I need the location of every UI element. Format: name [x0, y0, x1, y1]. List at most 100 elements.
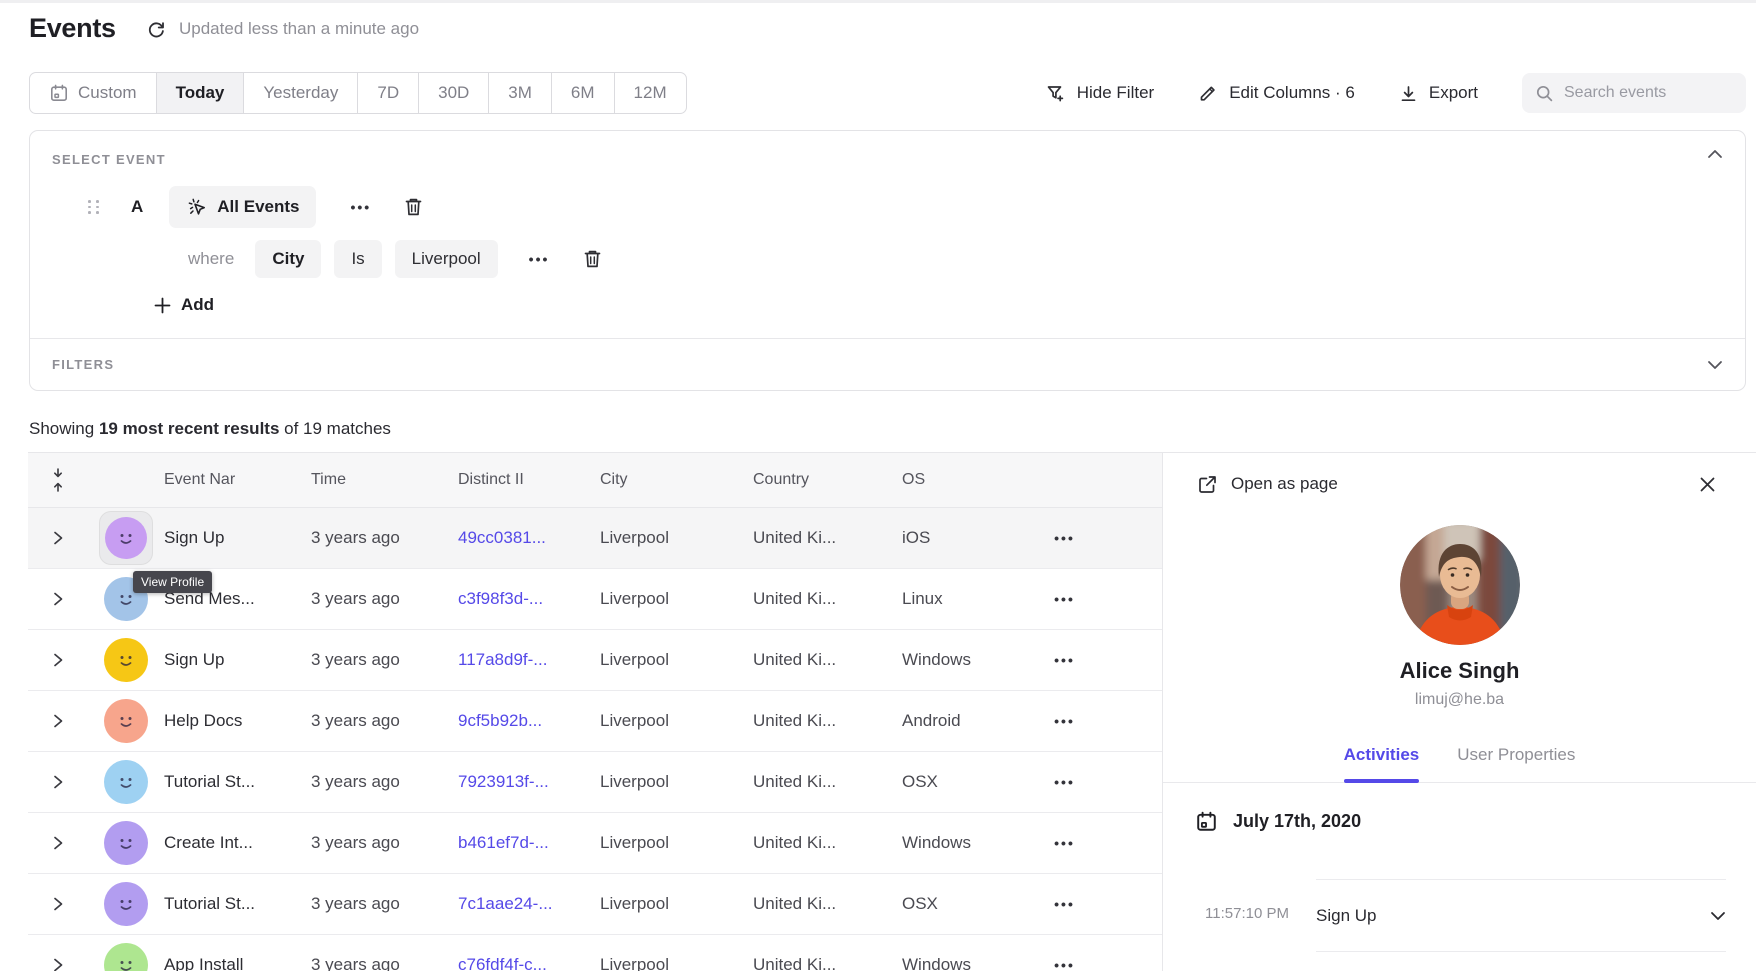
table-row[interactable]: Create Int... 3 years ago b461ef7d-... L…	[28, 813, 1162, 874]
distinct-id-link[interactable]: c3f98f3d-...	[458, 589, 600, 609]
row-expander-chevron[interactable]	[28, 774, 88, 790]
row-more-button[interactable]: •••	[1022, 957, 1107, 971]
event-name: App Install	[164, 955, 311, 971]
user-avatar[interactable]	[104, 638, 148, 682]
distinct-id-link[interactable]: 7c1aae24-...	[458, 894, 600, 914]
drag-handle-icon[interactable]	[88, 200, 101, 214]
search-events-box[interactable]	[1522, 73, 1746, 113]
delete-event-icon[interactable]	[403, 196, 424, 218]
distinct-id-link[interactable]: 117a8d9f-...	[458, 650, 600, 670]
query-builder-card: SELECT EVENT A All Events ••• where City	[29, 130, 1746, 391]
chevron-down-icon	[1710, 911, 1726, 921]
event-time: 3 years ago	[311, 589, 458, 609]
table-row[interactable]: Sign Up 3 years ago 49cc0381... Liverpoo…	[28, 508, 1162, 569]
distinct-id-link[interactable]: 49cc0381...	[458, 528, 600, 548]
pencil-icon	[1198, 83, 1218, 103]
delete-filter-icon[interactable]	[582, 248, 603, 270]
open-as-page-button[interactable]: Open as page	[1197, 474, 1338, 495]
row-more-button[interactable]: •••	[1022, 896, 1107, 912]
distinct-id-link[interactable]: b461ef7d-...	[458, 833, 600, 853]
collapse-section-button[interactable]	[1707, 149, 1723, 159]
table-row[interactable]: Help Docs 3 years ago 9cf5b92b... Liverp…	[28, 691, 1162, 752]
column-header-city[interactable]: City	[600, 471, 753, 489]
event-time: 3 years ago	[311, 528, 458, 548]
distinct-id-link[interactable]: c76fdf4f-c...	[458, 955, 600, 971]
profile-photo[interactable]	[1400, 525, 1520, 645]
hide-filter-button[interactable]: Hide Filter	[1045, 83, 1154, 104]
row-more-button[interactable]: •••	[1022, 530, 1107, 546]
export-button[interactable]: Export	[1399, 83, 1478, 103]
table-row[interactable]: Tutorial St... 3 years ago 7c1aae24-... …	[28, 874, 1162, 935]
user-avatar[interactable]	[104, 699, 148, 743]
date-range-7d[interactable]: 7D	[357, 73, 418, 113]
download-icon	[1399, 84, 1418, 103]
row-expander-chevron[interactable]	[28, 652, 88, 668]
date-range-3m[interactable]: 3M	[488, 73, 551, 113]
filters-section[interactable]: FILTERS	[30, 338, 1745, 390]
filter-value-chip[interactable]: Liverpool	[395, 240, 498, 278]
user-avatar[interactable]	[104, 821, 148, 865]
profile-name: Alice Singh	[1163, 658, 1756, 684]
event-country: United Ki...	[753, 955, 902, 971]
event-name: Create Int...	[164, 833, 311, 853]
close-icon[interactable]	[1699, 476, 1716, 493]
column-header-time[interactable]: Time	[311, 471, 458, 489]
row-expander-chevron[interactable]	[28, 896, 88, 912]
event-os: Windows	[902, 955, 1022, 971]
filter-more-button[interactable]: •••	[529, 251, 550, 267]
row-expander-chevron[interactable]	[28, 957, 88, 971]
event-time: 3 years ago	[311, 833, 458, 853]
row-expander-chevron[interactable]	[28, 713, 88, 729]
activity-date: July 17th, 2020	[1233, 811, 1361, 832]
date-range-custom[interactable]: Custom	[30, 73, 156, 113]
date-range-12m[interactable]: 12M	[614, 73, 686, 113]
row-more-button[interactable]: •••	[1022, 835, 1107, 851]
date-range-6m[interactable]: 6M	[551, 73, 614, 113]
event-country: United Ki...	[753, 711, 902, 731]
date-range-today[interactable]: Today	[156, 73, 244, 113]
user-avatar[interactable]	[105, 517, 147, 559]
row-expander-chevron[interactable]	[28, 835, 88, 851]
event-time: 3 years ago	[311, 711, 458, 731]
table-header-row: Event Nar Time Distinct II City Country …	[28, 452, 1162, 508]
collapse-all-rows-icon[interactable]	[28, 468, 88, 492]
distinct-id-link[interactable]: 9cf5b92b...	[458, 711, 600, 731]
tab-activities[interactable]: Activities	[1344, 745, 1420, 765]
plus-icon	[154, 297, 171, 314]
event-country: United Ki...	[753, 833, 902, 853]
activity-event-row[interactable]: Sign Up	[1316, 879, 1726, 952]
column-header-os[interactable]: OS	[902, 471, 1022, 489]
event-os: iOS	[902, 528, 1022, 548]
table-row[interactable]: Tutorial St... 3 years ago 7923913f-... …	[28, 752, 1162, 813]
event-time: 3 years ago	[311, 650, 458, 670]
column-header-distinct-id[interactable]: Distinct II	[458, 471, 600, 489]
user-avatar[interactable]	[104, 943, 148, 971]
row-expander-chevron[interactable]	[28, 591, 88, 607]
search-input[interactable]	[1564, 84, 1756, 102]
row-more-button[interactable]: •••	[1022, 774, 1107, 790]
user-avatar[interactable]	[104, 882, 148, 926]
table-row[interactable]: Sign Up 3 years ago 117a8d9f-... Liverpo…	[28, 630, 1162, 691]
event-more-button[interactable]: •••	[350, 199, 371, 215]
row-expander-chevron[interactable]	[28, 530, 88, 546]
user-avatar[interactable]	[104, 760, 148, 804]
distinct-id-link[interactable]: 7923913f-...	[458, 772, 600, 792]
event-selector-button[interactable]: All Events	[169, 186, 316, 228]
column-header-country[interactable]: Country	[753, 471, 902, 489]
table-row[interactable]: App Install 3 years ago c76fdf4f-c... Li…	[28, 935, 1162, 971]
column-header-event[interactable]: Event Nar	[164, 471, 311, 489]
row-more-button[interactable]: •••	[1022, 652, 1107, 668]
row-more-button[interactable]: •••	[1022, 591, 1107, 607]
add-event-button[interactable]: Add	[154, 295, 1723, 315]
event-os: OSX	[902, 894, 1022, 914]
date-range-yesterday[interactable]: Yesterday	[243, 73, 357, 113]
filter-property-chip[interactable]: City	[255, 240, 321, 278]
event-time: 3 years ago	[311, 894, 458, 914]
event-city: Liverpool	[600, 894, 753, 914]
row-more-button[interactable]: •••	[1022, 713, 1107, 729]
filter-operator-chip[interactable]: Is	[334, 240, 381, 278]
tab-user-properties[interactable]: User Properties	[1457, 745, 1575, 765]
refresh-icon[interactable]	[146, 19, 166, 39]
date-range-30d[interactable]: 30D	[418, 73, 488, 113]
edit-columns-button[interactable]: Edit Columns · 6	[1198, 83, 1355, 103]
